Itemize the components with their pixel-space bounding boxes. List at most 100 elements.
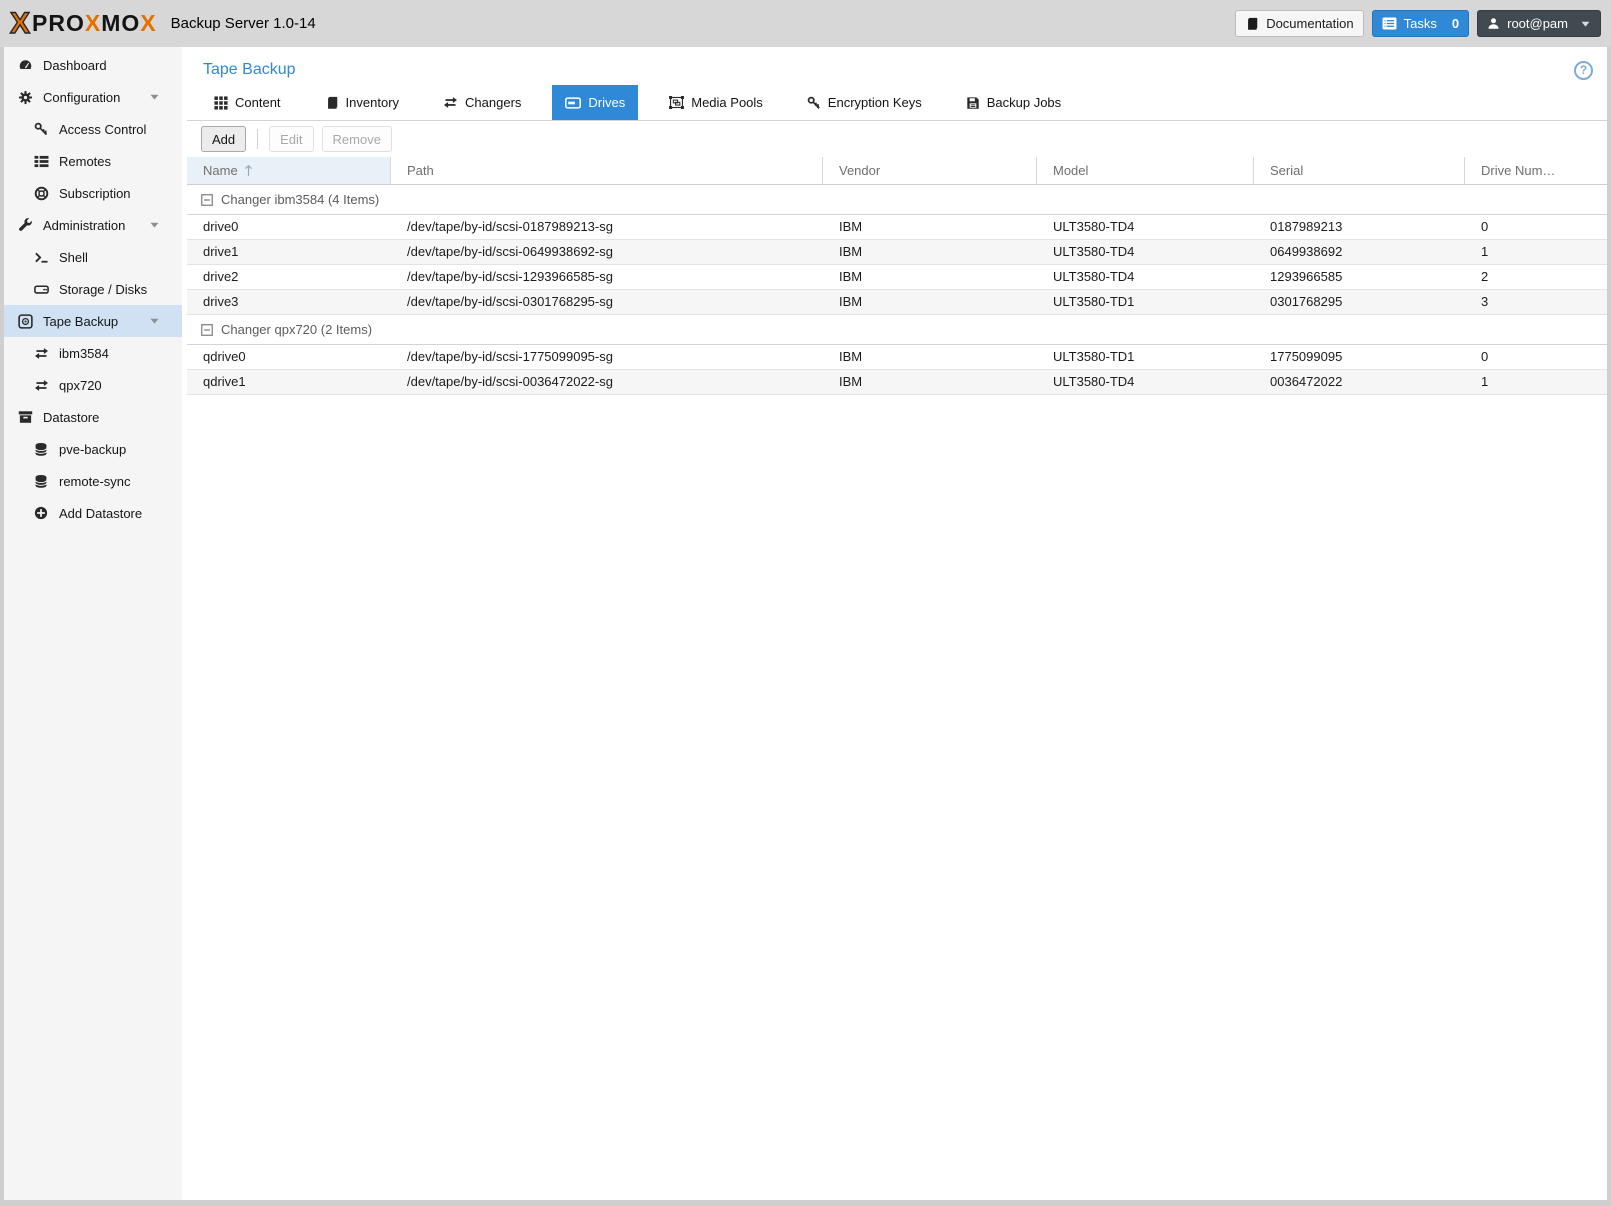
- cell-serial: 0301768295: [1270, 294, 1343, 309]
- cell-path: /dev/tape/by-id/scsi-1775099095-sg: [407, 349, 613, 364]
- table-row[interactable]: qdrive0 /dev/tape/by-id/scsi-1775099095-…: [187, 345, 1607, 370]
- edit-button[interactable]: Edit: [269, 126, 314, 152]
- key-icon: [34, 122, 50, 136]
- database-icon: [34, 474, 50, 489]
- key-icon: [807, 96, 821, 110]
- documentation-button[interactable]: Documentation: [1235, 10, 1364, 37]
- hdd-icon: [34, 283, 50, 296]
- cell-name: qdrive1: [203, 374, 246, 389]
- table-row[interactable]: drive0 /dev/tape/by-id/scsi-0187989213-s…: [187, 215, 1607, 240]
- cell-path: /dev/tape/by-id/scsi-0301768295-sg: [407, 294, 613, 309]
- user-menu-button[interactable]: root@pam: [1477, 10, 1601, 37]
- book-icon: [1245, 17, 1259, 31]
- sidebar-item-administration[interactable]: Administration: [4, 209, 182, 241]
- chevron-down-icon[interactable]: [149, 221, 165, 229]
- terminal-icon: [34, 251, 50, 264]
- column-header-drive-num[interactable]: Drive Num…: [1465, 157, 1607, 184]
- cell-name: drive2: [203, 269, 239, 284]
- sidebar-item-remotes[interactable]: Remotes: [4, 145, 182, 177]
- sidebar-item-tape-backup[interactable]: Tape Backup: [4, 305, 182, 337]
- proxmox-backup-app: X PRO X MO X Backup Server 1.0-14 Documenta…: [0, 0, 1611, 1206]
- cell-model: ULT3580-TD4: [1053, 269, 1135, 284]
- sidebar-item-access-control[interactable]: Access Control: [4, 113, 182, 145]
- book-icon: [325, 96, 339, 110]
- column-header-path[interactable]: Path: [391, 157, 823, 184]
- column-header-name[interactable]: Name: [187, 157, 391, 184]
- cell-name: drive3: [203, 294, 239, 309]
- cell-drive-num: 2: [1481, 269, 1489, 284]
- cell-drive-num: 0: [1481, 219, 1489, 234]
- tab-media-pools[interactable]: Media Pools: [656, 85, 776, 120]
- cell-model: ULT3580-TD1: [1053, 349, 1135, 364]
- exchange-icon: [34, 379, 50, 392]
- tab-encryption-keys[interactable]: Encryption Keys: [794, 85, 935, 120]
- group-header-ibm3584[interactable]: Changer ibm3584 (4 Items): [187, 185, 1607, 215]
- tab-drives[interactable]: Drives: [552, 85, 639, 120]
- table-row[interactable]: drive2 /dev/tape/by-id/scsi-1293966585-s…: [187, 265, 1607, 290]
- sidebar-item-dashboard[interactable]: Dashboard: [4, 49, 182, 81]
- cell-vendor: IBM: [839, 219, 863, 234]
- cell-vendor: IBM: [839, 269, 863, 284]
- chevron-down-icon[interactable]: [149, 317, 165, 325]
- cell-serial: 0649938692: [1270, 244, 1343, 259]
- cell-model: ULT3580-TD1: [1053, 294, 1135, 309]
- table-row[interactable]: drive1 /dev/tape/by-id/scsi-0649938692-s…: [187, 240, 1607, 265]
- group-header-qpx720[interactable]: Changer qpx720 (2 Items): [187, 315, 1607, 345]
- cell-vendor: IBM: [839, 244, 863, 259]
- help-icon[interactable]: [1574, 60, 1593, 80]
- cogs-icon: [18, 90, 34, 105]
- cell-path: /dev/tape/by-id/scsi-1293966585-sg: [407, 269, 613, 284]
- cell-drive-num: 3: [1481, 294, 1489, 309]
- sidebar-item-remote-sync[interactable]: remote-sync: [4, 465, 182, 497]
- tab-inventory[interactable]: Inventory: [312, 85, 412, 120]
- content-panel: Tape Backup Content Inventory: [187, 47, 1607, 1200]
- collapse-minus-square-icon[interactable]: [201, 323, 213, 336]
- cell-vendor: IBM: [839, 349, 863, 364]
- sidebar-item-storage-disks[interactable]: Storage / Disks: [4, 273, 182, 305]
- sidebar-item-qpx720[interactable]: qpx720: [4, 369, 182, 401]
- app-version-title: Backup Server 1.0-14: [170, 15, 316, 32]
- chevron-down-icon: [1580, 20, 1591, 28]
- cell-serial: 1293966585: [1270, 269, 1343, 284]
- object-group-icon: [669, 96, 685, 109]
- column-header-serial[interactable]: Serial: [1254, 157, 1465, 184]
- chevron-down-icon[interactable]: [149, 93, 165, 101]
- cell-name: drive0: [203, 219, 239, 234]
- cell-name: drive1: [203, 244, 239, 259]
- tab-content[interactable]: Content: [201, 85, 294, 120]
- table-row[interactable]: qdrive1 /dev/tape/by-id/scsi-0036472022-…: [187, 370, 1607, 395]
- top-header-bar: X PRO X MO X Backup Server 1.0-14 Documenta…: [0, 0, 1611, 47]
- tachometer-icon: [18, 58, 34, 72]
- user-icon: [1487, 17, 1500, 30]
- cell-vendor: IBM: [839, 374, 863, 389]
- sidebar-item-ibm3584[interactable]: ibm3584: [4, 337, 182, 369]
- database-icon: [34, 442, 50, 457]
- cell-drive-num: 1: [1481, 244, 1489, 259]
- sort-ascending-icon: [244, 164, 253, 177]
- sidebar-item-datastore[interactable]: Datastore: [4, 401, 182, 433]
- sidebar-item-add-datastore[interactable]: Add Datastore: [4, 497, 182, 529]
- sidebar-item-subscription[interactable]: Subscription: [4, 177, 182, 209]
- add-button[interactable]: Add: [201, 126, 247, 152]
- save-icon: [966, 96, 980, 110]
- sidebar-item-configuration[interactable]: Configuration: [4, 81, 182, 113]
- cell-serial: 1775099095: [1270, 349, 1343, 364]
- remove-button[interactable]: Remove: [321, 126, 392, 152]
- column-header-vendor[interactable]: Vendor: [823, 157, 1037, 184]
- list-icon: [34, 155, 50, 168]
- cell-model: ULT3580-TD4: [1053, 374, 1135, 389]
- sidebar-item-shell[interactable]: Shell: [4, 241, 182, 273]
- tab-backup-jobs[interactable]: Backup Jobs: [953, 85, 1074, 120]
- proxmox-logo: X PRO X MO X: [9, 6, 157, 40]
- table-row[interactable]: drive3 /dev/tape/by-id/scsi-0301768295-s…: [187, 290, 1607, 315]
- cell-name: qdrive0: [203, 349, 246, 364]
- wrench-icon: [18, 217, 34, 233]
- column-header-model[interactable]: Model: [1037, 157, 1254, 184]
- tasks-button[interactable]: Tasks 0: [1371, 10, 1470, 37]
- collapse-minus-square-icon[interactable]: [201, 193, 213, 206]
- tab-changers[interactable]: Changers: [430, 85, 534, 120]
- toolbar-separator: [257, 129, 259, 149]
- tape-cartridge-icon: [18, 313, 34, 329]
- sidebar-item-pve-backup[interactable]: pve-backup: [4, 433, 182, 465]
- archive-icon: [18, 410, 34, 424]
